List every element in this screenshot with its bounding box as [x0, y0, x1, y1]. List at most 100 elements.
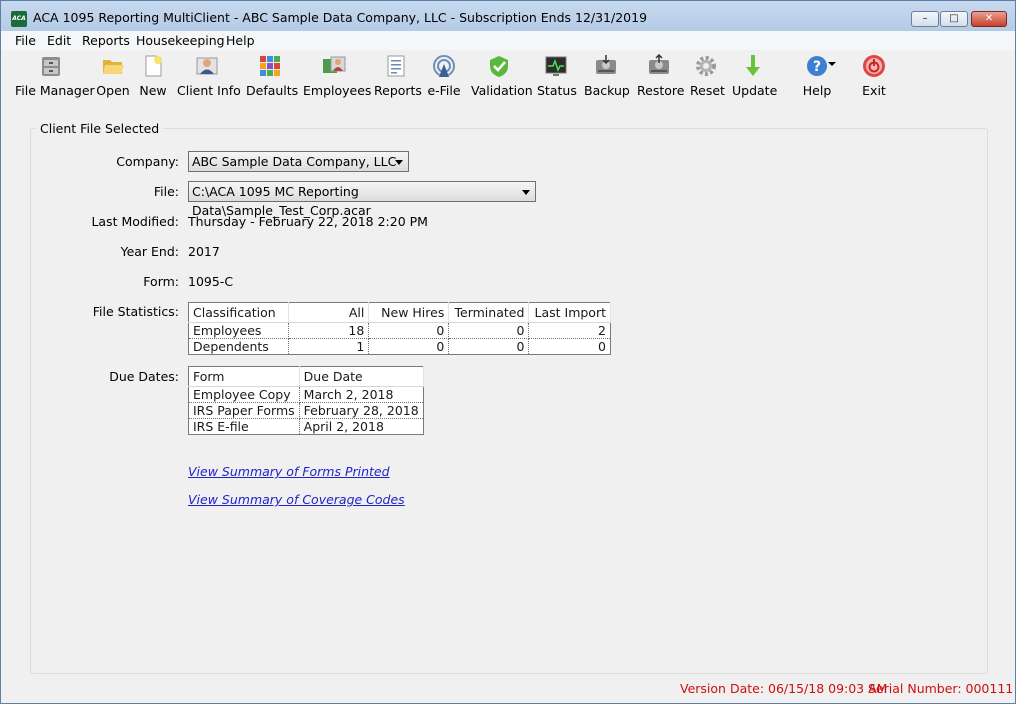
- window-title: ACA 1095 Reporting MultiClient - ABC Sam…: [33, 10, 648, 25]
- monitor-pulse-icon: [544, 54, 568, 78]
- last-modified-label: Last Modified:: [91, 214, 179, 229]
- help-question-icon: ?: [805, 54, 829, 78]
- hard-drive-restore-icon: [647, 53, 671, 78]
- open-label: Open: [96, 83, 130, 98]
- employees-button[interactable]: Employees: [303, 54, 371, 102]
- reports-button[interactable]: Reports: [374, 54, 422, 102]
- backup-button[interactable]: Backup: [584, 54, 630, 102]
- exit-button[interactable]: Exit: [858, 54, 890, 102]
- table-row[interactable]: IRS E-file April 2, 2018: [188, 418, 424, 435]
- last-modified-value: Thursday - February 22, 2018 2:20 PM: [188, 214, 428, 229]
- company-label: Company:: [116, 154, 179, 169]
- e-file-button[interactable]: e-File: [427, 54, 461, 102]
- file-manager-label: File Manager: [15, 83, 95, 98]
- due-dates-table: Form Due Date Employee Copy March 2, 201…: [188, 366, 424, 435]
- year-end-value: 2017: [188, 244, 220, 259]
- due-dates-label: Due Dates:: [109, 369, 179, 384]
- app-logo-icon: ACA: [11, 11, 27, 27]
- validation-label: Validation: [471, 83, 533, 98]
- table-cell: 1: [288, 338, 370, 355]
- file-cabinet-icon: [39, 54, 63, 78]
- minimize-button[interactable]: –: [911, 11, 939, 27]
- version-date-status: Version Date: 06/15/18 09:03 AM: [680, 681, 888, 696]
- status-button[interactable]: Status: [537, 54, 577, 102]
- file-select[interactable]: C:\ACA 1095 MC Reporting Data\Sample_Tes…: [188, 181, 536, 218]
- folder-open-icon: [101, 54, 125, 78]
- gear-icon: [694, 54, 718, 78]
- table-cell: 0: [448, 322, 530, 339]
- table-cell: 18: [288, 322, 370, 339]
- serial-number-status: Serial Number: 000111: [868, 681, 1014, 696]
- table-row[interactable]: Dependents 1 0 0 0: [187, 338, 611, 355]
- column-header[interactable]: Classification: [188, 302, 290, 323]
- coverage-codes-link[interactable]: View Summary of Coverage Codes: [188, 492, 405, 507]
- column-header[interactable]: Last Import: [528, 302, 611, 323]
- file-manager-button[interactable]: File Manager: [15, 54, 95, 102]
- toolbar: File Manager Open New Client Info Defaul…: [1, 50, 1015, 103]
- table-cell: Employee Copy: [188, 386, 300, 403]
- hard-drive-backup-icon: [594, 54, 618, 78]
- column-header[interactable]: Terminated: [448, 302, 530, 323]
- table-cell: February 28, 2018: [298, 402, 424, 419]
- svg-text:?: ?: [813, 59, 821, 75]
- client-info-button[interactable]: Client Info: [177, 54, 241, 102]
- power-icon: [862, 54, 886, 78]
- close-button[interactable]: ✕: [971, 11, 1007, 27]
- company-select[interactable]: ABC Sample Data Company, LLC: [188, 151, 409, 172]
- restore-label: Restore: [637, 83, 685, 98]
- column-header[interactable]: Due Date: [299, 366, 424, 387]
- report-document-icon: [384, 54, 408, 78]
- defaults-label: Defaults: [246, 83, 299, 98]
- help-dropdown-chevron-icon[interactable]: [828, 62, 836, 66]
- restore-button[interactable]: Restore: [637, 53, 685, 102]
- table-header-row: Classification All New Hires Terminated …: [188, 302, 611, 323]
- menu-help[interactable]: Help: [226, 33, 255, 48]
- reports-label: Reports: [374, 83, 422, 98]
- column-header[interactable]: New Hires: [368, 302, 450, 323]
- column-header[interactable]: All: [288, 302, 370, 323]
- table-cell: 0: [368, 322, 450, 339]
- status-label: Status: [537, 83, 577, 98]
- table-cell: IRS Paper Forms: [188, 402, 300, 419]
- update-button[interactable]: Update: [732, 54, 778, 102]
- client-info-label: Client Info: [177, 83, 241, 98]
- table-cell: March 2, 2018: [298, 386, 424, 403]
- help-button[interactable]: ? Help: [798, 54, 836, 102]
- new-label: New: [139, 83, 167, 98]
- table-cell: Dependents: [187, 338, 290, 355]
- menu-reports[interactable]: Reports: [82, 33, 130, 48]
- menu-housekeeping[interactable]: Housekeeping: [136, 33, 225, 48]
- table-row[interactable]: Employee Copy March 2, 2018: [188, 386, 424, 403]
- exit-label: Exit: [862, 83, 886, 98]
- menu-edit[interactable]: Edit: [47, 33, 71, 48]
- table-cell: April 2, 2018: [298, 418, 424, 435]
- chevron-down-icon: [522, 190, 530, 195]
- forms-printed-link[interactable]: View Summary of Forms Printed: [188, 464, 390, 479]
- defaults-button[interactable]: Defaults: [246, 54, 299, 102]
- help-label: Help: [802, 83, 832, 98]
- backup-label: Backup: [584, 83, 630, 98]
- table-cell: 0: [528, 338, 611, 355]
- title-bar[interactable]: ACA ACA 1095 Reporting MultiClient - ABC…: [1, 1, 1015, 31]
- new-button[interactable]: New: [139, 54, 167, 102]
- menu-bar: File Edit Reports Housekeeping Help: [1, 31, 1015, 50]
- table-cell: 2: [528, 322, 611, 339]
- update-label: Update: [732, 83, 778, 98]
- menu-file[interactable]: File: [15, 33, 36, 48]
- form-value: 1095-C: [188, 274, 234, 289]
- defaults-grid-icon: [258, 54, 282, 78]
- column-header[interactable]: Form: [188, 366, 300, 387]
- shield-check-icon: [487, 54, 511, 78]
- reset-button[interactable]: Reset: [690, 54, 725, 102]
- table-row[interactable]: Employees 18 0 0 2: [187, 322, 611, 339]
- table-cell: IRS E-file: [188, 418, 300, 435]
- table-cell: 0: [368, 338, 450, 355]
- file-statistics-table: Classification All New Hires Terminated …: [187, 302, 611, 355]
- table-header-row: Form Due Date: [188, 366, 424, 387]
- open-button[interactable]: Open: [96, 54, 130, 102]
- group-title: Client File Selected: [36, 121, 164, 136]
- maximize-button[interactable]: □: [940, 11, 968, 27]
- validation-button[interactable]: Validation: [471, 54, 533, 102]
- new-document-icon: [141, 54, 165, 78]
- table-row[interactable]: IRS Paper Forms February 28, 2018: [188, 402, 424, 419]
